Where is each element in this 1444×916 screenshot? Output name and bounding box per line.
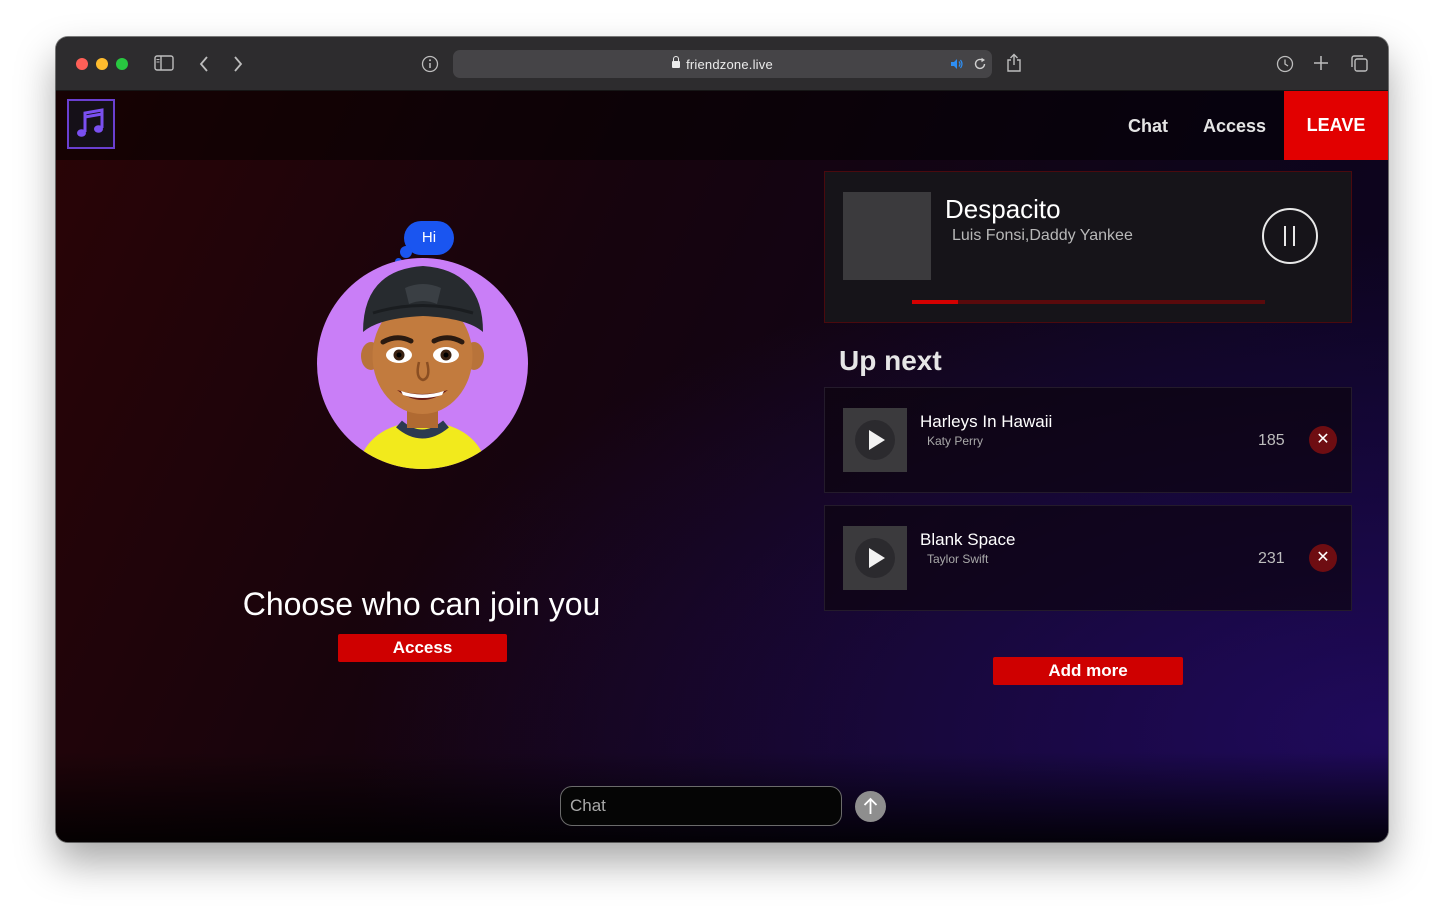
queue-item-album-art (843, 526, 907, 590)
access-button[interactable]: Access (338, 634, 507, 662)
choose-who-can-join-heading: Choose who can join you (242, 586, 601, 622)
music-note-icon (77, 108, 104, 137)
playback-progress-fill (912, 300, 958, 304)
now-playing-artist: Luis Fonsi,Daddy Yankee (952, 227, 1133, 244)
new-tab-icon[interactable] (1313, 55, 1329, 71)
user-avatar[interactable] (317, 258, 528, 469)
url-text: friendzone.live (686, 57, 773, 72)
remove-from-queue-button[interactable]: ✕ (1309, 426, 1337, 454)
now-playing-card: Despacito Luis Fonsi,Daddy Yankee (824, 171, 1352, 323)
lock-icon (672, 56, 681, 68)
queue-item: Harleys In Hawaii Katy Perry 185 ✕ (824, 387, 1352, 493)
queue-item: Blank Space Taylor Swift 231 ✕ (824, 505, 1352, 611)
send-button[interactable] (855, 791, 886, 822)
forward-icon[interactable] (232, 55, 244, 73)
now-playing-album-art (843, 192, 931, 280)
zoom-window-button[interactable] (116, 58, 128, 70)
queue-item-title: Harleys In Hawaii (920, 412, 1053, 431)
url-text-wrap: friendzone.live (453, 56, 992, 72)
playback-progress-bar[interactable] (912, 300, 1265, 304)
top-nav: Chat Access LEAVE (56, 91, 1388, 160)
browser-toolbar: friendzone.live (56, 37, 1388, 91)
back-icon[interactable] (198, 55, 210, 73)
queue-item-artist: Taylor Swift (927, 552, 989, 566)
arrow-up-icon (863, 797, 878, 814)
remove-from-queue-button[interactable]: ✕ (1309, 544, 1337, 572)
chat-input[interactable] (560, 786, 842, 826)
up-next-heading: Up next (839, 345, 942, 376)
queue-item-votes: 185 (1258, 432, 1285, 449)
queue-item-votes: 231 (1258, 550, 1285, 567)
app-logo[interactable] (67, 99, 115, 149)
minimize-window-button[interactable] (96, 58, 108, 70)
tab-overview-icon[interactable] (1350, 54, 1369, 73)
friendzone-page: Chat Access LEAVE Hi Choose who can join… (56, 91, 1388, 842)
speech-bubble-tail-large (400, 246, 412, 258)
browser-window: friendzone.live Chat Access LEAVE Hi Cho… (56, 37, 1388, 842)
address-bar[interactable]: friendzone.live (453, 50, 992, 78)
audio-playing-icon[interactable] (950, 58, 964, 70)
share-icon[interactable] (1006, 53, 1022, 73)
avatar-illustration (357, 266, 488, 469)
queue-item-title: Blank Space (920, 530, 1016, 549)
nav-chat-link[interactable]: Chat (1128, 116, 1168, 137)
play-icon[interactable] (855, 420, 895, 460)
history-icon[interactable] (1276, 55, 1294, 73)
reload-icon[interactable] (973, 57, 987, 71)
queue-item-album-art (843, 408, 907, 472)
sidebar-toggle-icon[interactable] (154, 55, 174, 71)
add-more-button[interactable]: Add more (993, 657, 1183, 685)
queue-item-artist: Katy Perry (927, 434, 984, 448)
info-icon[interactable] (421, 55, 439, 73)
close-window-button[interactable] (76, 58, 88, 70)
pause-button[interactable] (1262, 208, 1318, 264)
nav-access-link[interactable]: Access (1203, 116, 1266, 137)
leave-button[interactable]: LEAVE (1284, 91, 1388, 160)
now-playing-title: Despacito (945, 194, 1061, 224)
play-icon[interactable] (855, 538, 895, 578)
